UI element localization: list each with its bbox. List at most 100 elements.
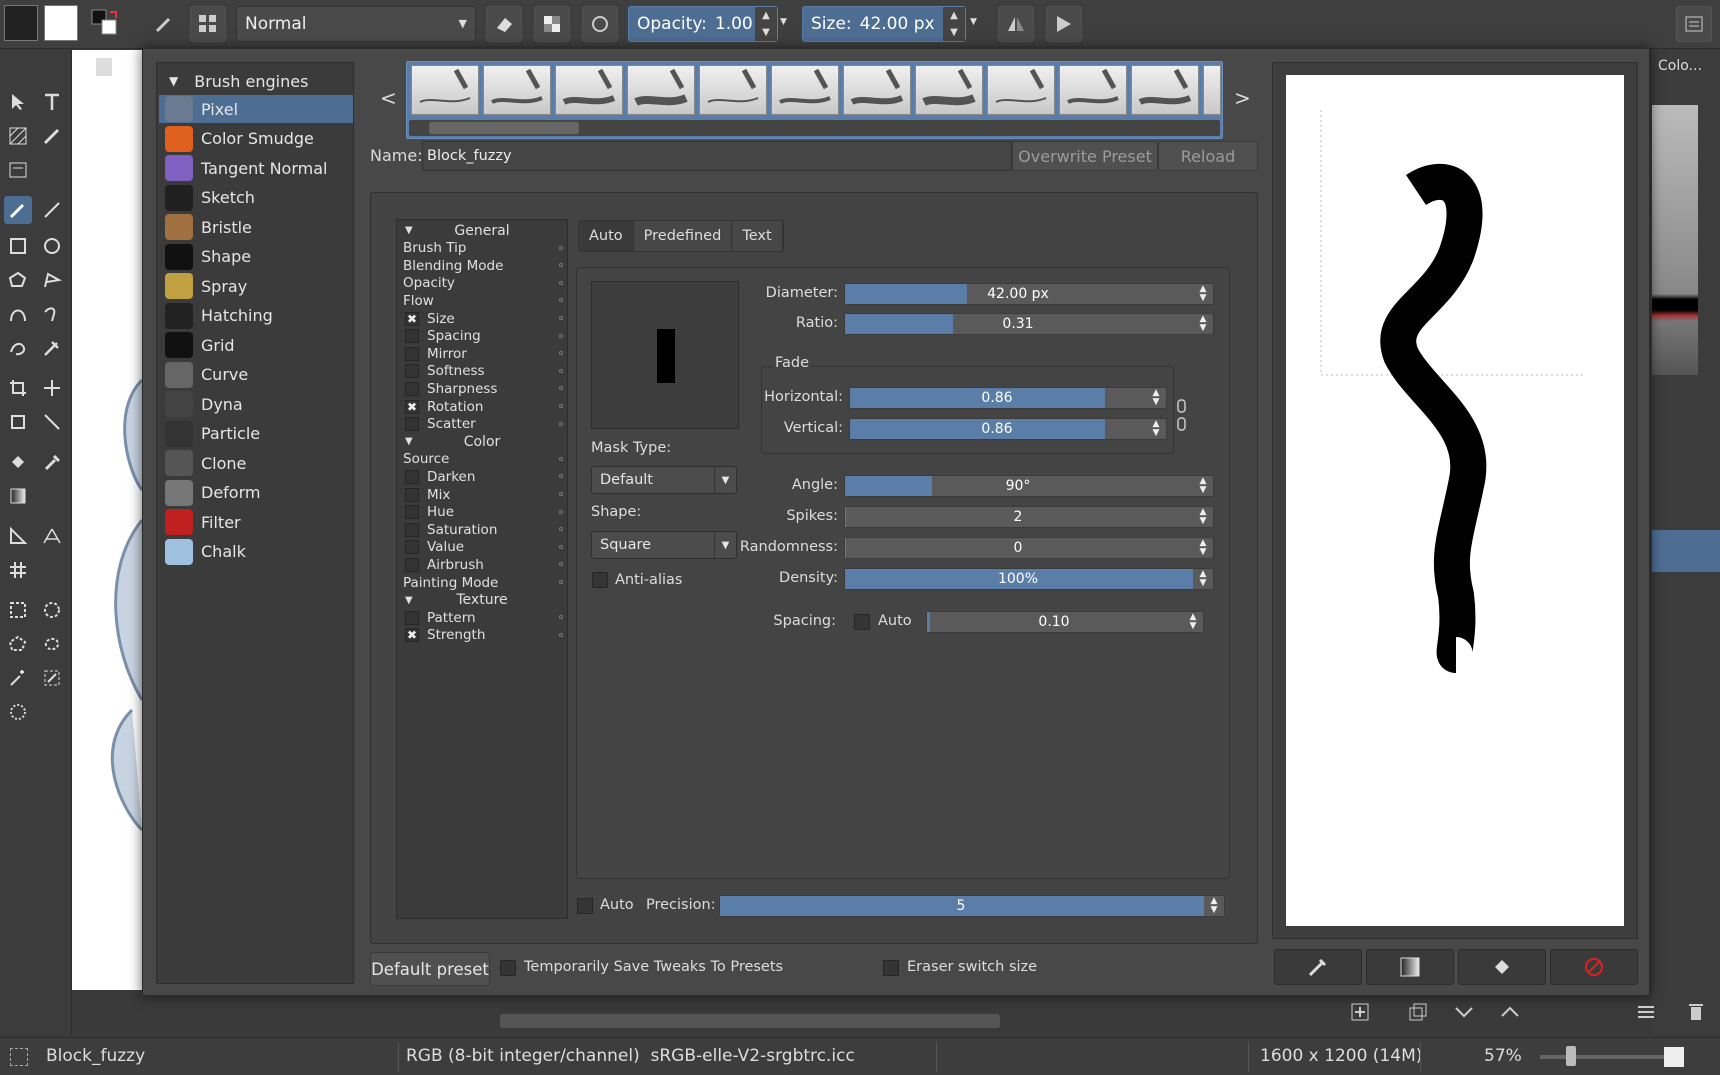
preset-thumbnail[interactable] — [1131, 65, 1199, 115]
texture-section[interactable]: ▼ Texture — [397, 592, 567, 609]
vertical-spin-arrows[interactable]: ▲ ▼ — [1146, 419, 1166, 439]
ratio-slider[interactable]: 0.31 ▲ ▼ — [844, 313, 1214, 335]
text-tool-icon[interactable] — [38, 88, 66, 116]
brush-engine-curve[interactable]: Curve — [159, 361, 353, 389]
assistant-tool-icon[interactable] — [4, 522, 32, 550]
preset-thumbnail[interactable] — [699, 65, 767, 115]
general-section[interactable]: ▼ General — [397, 222, 567, 239]
preset-thumbnail[interactable] — [843, 65, 911, 115]
option-checkbox[interactable] — [405, 610, 419, 625]
add-layer-icon[interactable] — [1350, 1002, 1370, 1022]
randomness-slider[interactable]: 0 ▲ ▼ — [844, 537, 1214, 559]
option-checkbox[interactable] — [405, 469, 419, 484]
preset-thumbnail[interactable] — [483, 65, 551, 115]
antialias-checkbox[interactable] — [592, 572, 608, 588]
option-spacing[interactable]: Spacing — [397, 328, 567, 345]
move-down-icon[interactable] — [1454, 1004, 1474, 1020]
option-value[interactable]: Value — [397, 539, 567, 556]
freehand-select-icon[interactable] — [38, 630, 66, 658]
option-rotation[interactable]: ✖ Rotation — [397, 398, 567, 415]
option-checkbox[interactable] — [405, 540, 419, 555]
bezier-tool-icon[interactable] — [4, 300, 32, 328]
preset-strip-prev-arrow[interactable]: < — [380, 86, 397, 110]
perspective-grid-icon[interactable] — [38, 522, 66, 550]
fill-gradient-button[interactable] — [1366, 949, 1454, 985]
option-strength[interactable]: ✖ Strength — [397, 627, 567, 644]
color-docker-tab[interactable]: Colo... — [1658, 58, 1702, 74]
spikes-spin-arrows[interactable]: ▲ ▼ — [1193, 507, 1213, 527]
spikes-slider[interactable]: 2 ▲ ▼ — [844, 506, 1214, 528]
option-size[interactable]: ✖ Size — [397, 310, 567, 327]
preset-thumbnail[interactable] — [555, 65, 623, 115]
brush-engine-grid[interactable]: Grid — [159, 331, 353, 359]
document-canvas[interactable] — [72, 50, 142, 990]
fade-link-icon[interactable] — [1176, 398, 1188, 432]
diameter-slider[interactable]: 42.00 px ▲ ▼ — [844, 283, 1214, 305]
brush-preset-icon[interactable] — [146, 6, 182, 42]
option-checkbox[interactable] — [405, 417, 419, 432]
crop-tool-icon[interactable] — [4, 374, 32, 402]
option-checkbox[interactable] — [405, 381, 419, 396]
brush-engine-deform[interactable]: Deform — [159, 479, 353, 507]
brush-engine-hatching[interactable]: Hatching — [159, 302, 353, 330]
option-checkbox[interactable] — [405, 487, 419, 502]
option-mirror[interactable]: Mirror — [397, 345, 567, 362]
similar-select-icon[interactable] — [38, 664, 66, 692]
preset-thumbnail[interactable] — [771, 65, 839, 115]
vertical-slider[interactable]: 0.86 ▲ ▼ — [849, 418, 1167, 440]
preset-name-field[interactable]: Block_fuzzy — [422, 141, 1012, 171]
brush-engine-filter[interactable]: Filter — [159, 508, 353, 536]
reference-icon[interactable] — [4, 156, 32, 184]
foreground-color-swatch[interactable] — [4, 5, 38, 41]
fill-background-button[interactable] — [1458, 949, 1546, 985]
option-scatter[interactable]: Scatter — [397, 416, 567, 433]
option-checkbox[interactable] — [405, 522, 419, 537]
dynamic-brush-icon[interactable] — [4, 334, 32, 362]
zoom-slider-handle[interactable] — [1566, 1046, 1576, 1066]
preset-strip-next-arrow[interactable]: > — [1234, 86, 1251, 110]
option-sharpness[interactable]: Sharpness — [397, 380, 567, 397]
option-blending-mode[interactable]: Blending Mode — [397, 257, 567, 274]
diameter-spin-arrows[interactable]: ▲ ▼ — [1193, 284, 1213, 304]
option-softness[interactable]: Softness — [397, 363, 567, 380]
polygon-select-icon[interactable] — [4, 630, 32, 658]
option-mix[interactable]: Mix — [397, 486, 567, 503]
density-slider[interactable]: 100% ▲ ▼ — [844, 568, 1214, 590]
brush-presets-grid-icon[interactable] — [190, 6, 226, 42]
delete-layer-icon[interactable] — [1686, 1002, 1706, 1022]
line-tool-icon[interactable] — [38, 196, 66, 224]
default-preset-button[interactable]: Default preset — [370, 952, 490, 986]
size-spin-arrows[interactable]: ▲ ▼ — [943, 7, 965, 41]
move-tool-icon[interactable] — [38, 374, 66, 402]
brush-engine-color-smudge[interactable]: Color Smudge — [159, 125, 353, 153]
layer-properties-icon[interactable] — [1636, 1002, 1656, 1022]
option-checkbox[interactable] — [405, 364, 419, 379]
clear-scratchpad-button[interactable] — [1550, 949, 1638, 985]
precision-slider[interactable]: 5 ▲ ▼ — [719, 895, 1225, 917]
zoom-slider[interactable] — [1540, 1055, 1670, 1059]
brush-engine-shape[interactable]: Shape — [159, 243, 353, 271]
brush-engine-chalk[interactable]: Chalk — [159, 538, 353, 566]
option-checkbox[interactable]: ✖ — [405, 628, 419, 643]
color-strip[interactable] — [1652, 105, 1698, 375]
density-spin-arrows[interactable]: ▲ ▼ — [1193, 569, 1213, 589]
precision-spin-arrows[interactable]: ▲ ▼ — [1204, 896, 1224, 916]
size-spinbox[interactable]: Size: 42.00 px ▲ ▼ — [802, 6, 966, 42]
brush-engine-spray[interactable]: Spray — [159, 272, 353, 300]
ellipse-select-icon[interactable] — [38, 596, 66, 624]
overwrite-preset-button[interactable]: Overwrite Preset — [1012, 141, 1158, 171]
option-saturation[interactable]: Saturation — [397, 521, 567, 538]
rectangle-tool-icon[interactable] — [4, 232, 32, 260]
brush-engine-pixel[interactable]: Pixel — [159, 95, 353, 123]
preset-strip-scrollbar[interactable] — [409, 120, 1220, 136]
tab-predefined[interactable]: Predefined — [634, 221, 733, 251]
grid-tool-icon[interactable] — [4, 556, 32, 584]
option-checkbox[interactable] — [405, 557, 419, 572]
option-checkbox[interactable]: ✖ — [405, 399, 419, 414]
scratchpad-canvas[interactable] — [1286, 75, 1624, 926]
preserve-alpha-icon[interactable] — [534, 6, 570, 42]
option-hue[interactable]: Hue — [397, 504, 567, 521]
opacity-spin-arrows[interactable]: ▲ ▼ — [755, 7, 777, 41]
option-airbrush[interactable]: Airbrush — [397, 556, 567, 573]
scrollbar-handle[interactable] — [429, 122, 579, 134]
